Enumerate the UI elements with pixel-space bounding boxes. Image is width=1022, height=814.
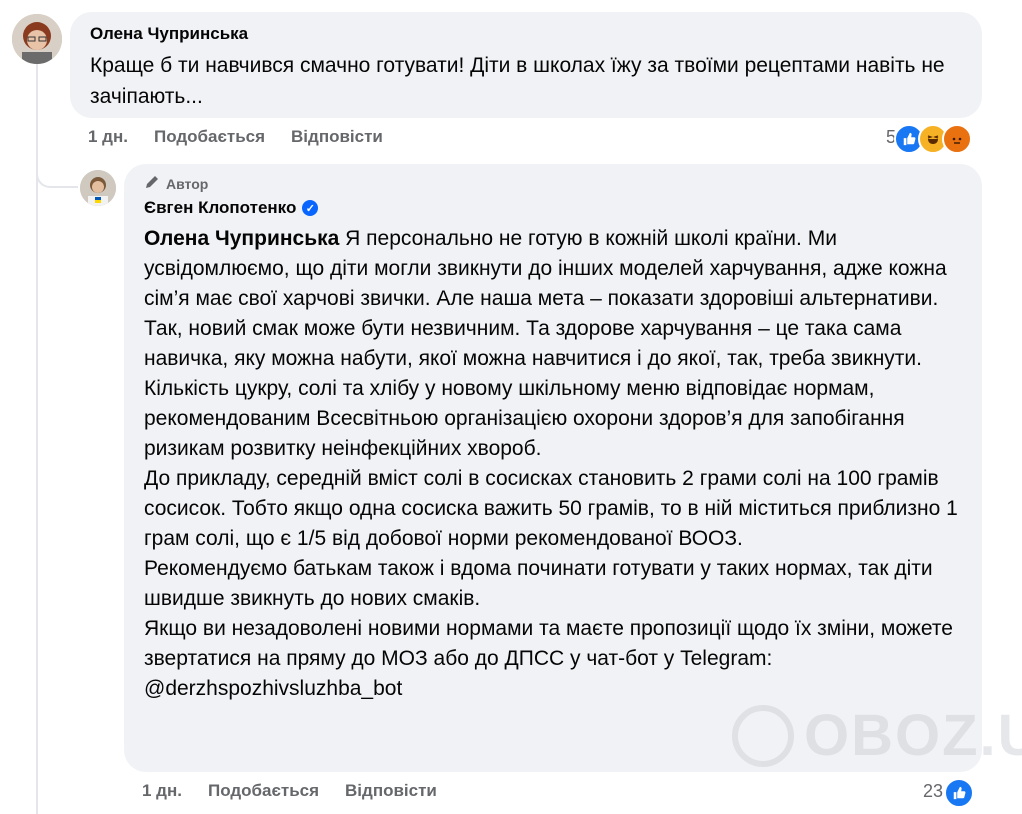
reply-text-line: Рекомендуємо батькам також і вдома почин… — [144, 557, 933, 610]
verified-badge-icon: ✓ — [302, 200, 319, 216]
reaction-count[interactable]: 23 — [923, 781, 943, 802]
globe-icon — [732, 704, 794, 767]
comment-text: Краще б ти навчився смачно готувати! Діт… — [90, 54, 945, 108]
mention-link[interactable]: Олена Чупринська — [144, 227, 339, 250]
reply-text-line: Якщо ви незадоволені новими нормами та м… — [144, 617, 953, 700]
angry-reaction-icon — [942, 124, 972, 154]
author-tag: Автор — [144, 174, 208, 193]
reply-text: Олена Чупринська Я персонально не готую … — [144, 224, 974, 704]
avatar[interactable] — [12, 14, 62, 64]
reply-button[interactable]: Відповісти — [291, 127, 383, 147]
like-reaction-icon — [944, 778, 974, 808]
comment-bubble: Олена Чупринська Краще б ти навчився сма… — [70, 12, 982, 118]
reply-author: Євген Клопотенко ✓ — [144, 198, 319, 218]
reactions[interactable] — [944, 778, 974, 808]
pencil-icon — [144, 174, 160, 193]
reply-bubble: Автор Євген Клопотенко ✓ Олена Чупринськ… — [124, 164, 982, 772]
reply-text-line: Я персонально не готую в кожній школі кр… — [144, 227, 947, 460]
comment-time[interactable]: 1 дн. — [88, 127, 128, 147]
thread-branch — [36, 150, 78, 188]
reply-button[interactable]: Відповісти — [345, 781, 437, 801]
reactions[interactable] — [894, 124, 972, 154]
author-tag-label: Автор — [166, 175, 209, 192]
comment-author[interactable]: Олена Чупринська — [90, 24, 248, 44]
comment-actions: 1 дн. Подобається Відповісти — [88, 127, 383, 147]
avatar[interactable] — [80, 170, 116, 206]
like-button[interactable]: Подобається — [208, 781, 319, 801]
watermark-text: OBOZ.UA — [804, 703, 1022, 768]
reply-actions: 1 дн. Подобається Відповісти — [142, 781, 437, 801]
reply-text-line: До прикладу, середній вміст солі в сосис… — [144, 467, 958, 550]
like-button[interactable]: Подобається — [154, 127, 265, 147]
reply-author-name[interactable]: Євген Клопотенко — [144, 198, 296, 218]
watermark: OBOZ.UA — [732, 702, 1022, 769]
reply-time[interactable]: 1 дн. — [142, 781, 182, 801]
